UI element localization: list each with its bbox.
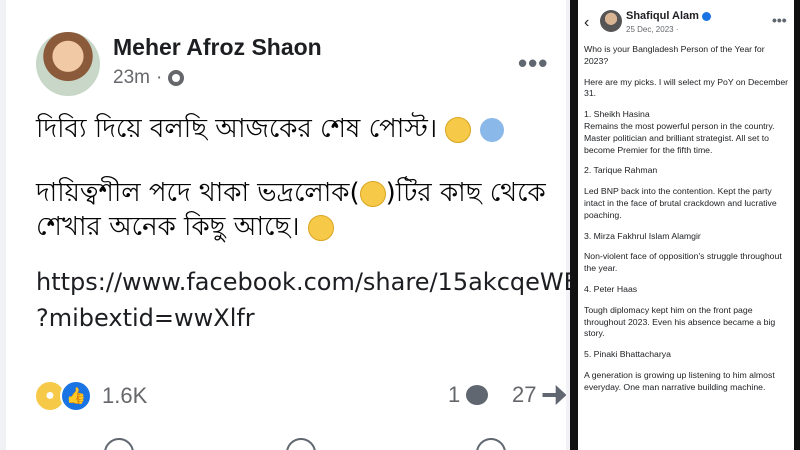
post-text-2a: দায়িত্বশীল পদে থাকা ভদ্রলোক(: [36, 178, 360, 208]
post-meta: 23m ·: [113, 67, 185, 89]
like-reaction-icon: 👍: [60, 380, 92, 412]
post-link-line-1[interactable]: https://www.facebook.com/share/15akcqeWE…: [36, 268, 570, 296]
author-name[interactable]: Shafiqul Alam: [626, 10, 699, 22]
author-name-row: Shafiqul Alam: [626, 10, 711, 22]
share-count: 27: [512, 382, 537, 407]
post-body: Who is your Bangladesh Person of the Yea…: [584, 44, 790, 403]
pick-title: 3. Mirza Fakhrul Islam Alamgir: [584, 230, 701, 241]
fearful-face-emoji-icon: [479, 117, 504, 142]
pick-desc: Led BNP back into the contention. Kept t…: [584, 186, 777, 220]
more-options-button[interactable]: •••: [518, 48, 548, 79]
divider: [794, 0, 800, 450]
avatar[interactable]: [36, 32, 100, 96]
pick-desc: Non-violent face of opposition's struggl…: [584, 251, 782, 274]
reaction-count: 1.6K: [102, 383, 148, 408]
back-arrow-icon[interactable]: ‹: [584, 14, 589, 32]
pick-title: 5. Pinaki Bhattacharya: [584, 349, 671, 360]
comment-action-icon[interactable]: [286, 438, 316, 450]
pick-desc: A generation is growing up listening to …: [584, 369, 775, 392]
more-options-button[interactable]: •••: [772, 12, 787, 28]
verified-badge-icon: [701, 11, 711, 21]
question: Who is your Bangladesh Person of the Yea…: [584, 44, 765, 66]
pick-title: 2. Tarique Rahman: [584, 165, 658, 176]
post-text-1: দিব্যি দিয়ে বলছি আজকের শেষ পোস্ট।: [36, 114, 438, 144]
like-action-icon[interactable]: [104, 438, 134, 450]
avatar[interactable]: [600, 10, 622, 32]
post-text-line-3: শেখার অনেক কিছু আছে।: [36, 206, 334, 250]
pick-title: 4. Peter Haas: [584, 283, 638, 294]
left-post: Meher Afroz Shaon 23m · ••• দিব্যি দিয়ে…: [0, 0, 570, 450]
post-time[interactable]: 23m: [113, 67, 150, 89]
comment-bubble-icon: [466, 385, 489, 405]
intro: Here are my picks. I will select my PoY …: [584, 76, 789, 99]
post-link-line-2[interactable]: ?mibextid=wwXlfr: [36, 304, 255, 332]
author-name[interactable]: Meher Afroz Shaon: [113, 34, 322, 61]
share-arrow-icon: [542, 385, 567, 405]
post-card: Meher Afroz Shaon 23m · ••• দিব্যি দিয়ে…: [6, 0, 570, 450]
frowning-face-emoji-icon: [359, 180, 386, 207]
post-date[interactable]: 25 Dec, 2023 ·: [626, 25, 678, 34]
reactions-summary[interactable]: ● 👍 1.6K: [34, 380, 147, 412]
comments-summary[interactable]: 1: [448, 382, 489, 408]
post-text-3: শেখার অনেক কিছু আছে।: [36, 212, 300, 242]
pick-desc: Remains the most powerful person in the …: [584, 120, 775, 155]
share-action-icon[interactable]: [476, 438, 506, 450]
separator-dot: ·: [155, 67, 163, 88]
neutral-face-emoji-icon: [445, 116, 472, 143]
pick-title: 1. Sheikh Hasina: [584, 109, 650, 120]
divider: [570, 0, 578, 450]
globe-icon: [168, 70, 185, 86]
shares-summary[interactable]: 27: [512, 382, 567, 408]
pick-desc: Tough diplomacy kept him on the front pa…: [584, 304, 776, 339]
post-text-line-1: দিব্যি দিয়ে বলছি আজকের শেষ পোস্ট।: [36, 108, 504, 152]
thinking-face-emoji-icon: [307, 214, 334, 241]
post-text-2b: )টির কাছ থেকে: [385, 178, 546, 208]
right-post: ‹ Shafiqul Alam 25 Dec, 2023 · ••• Who i…: [578, 0, 794, 450]
comment-count: 1: [448, 382, 461, 407]
